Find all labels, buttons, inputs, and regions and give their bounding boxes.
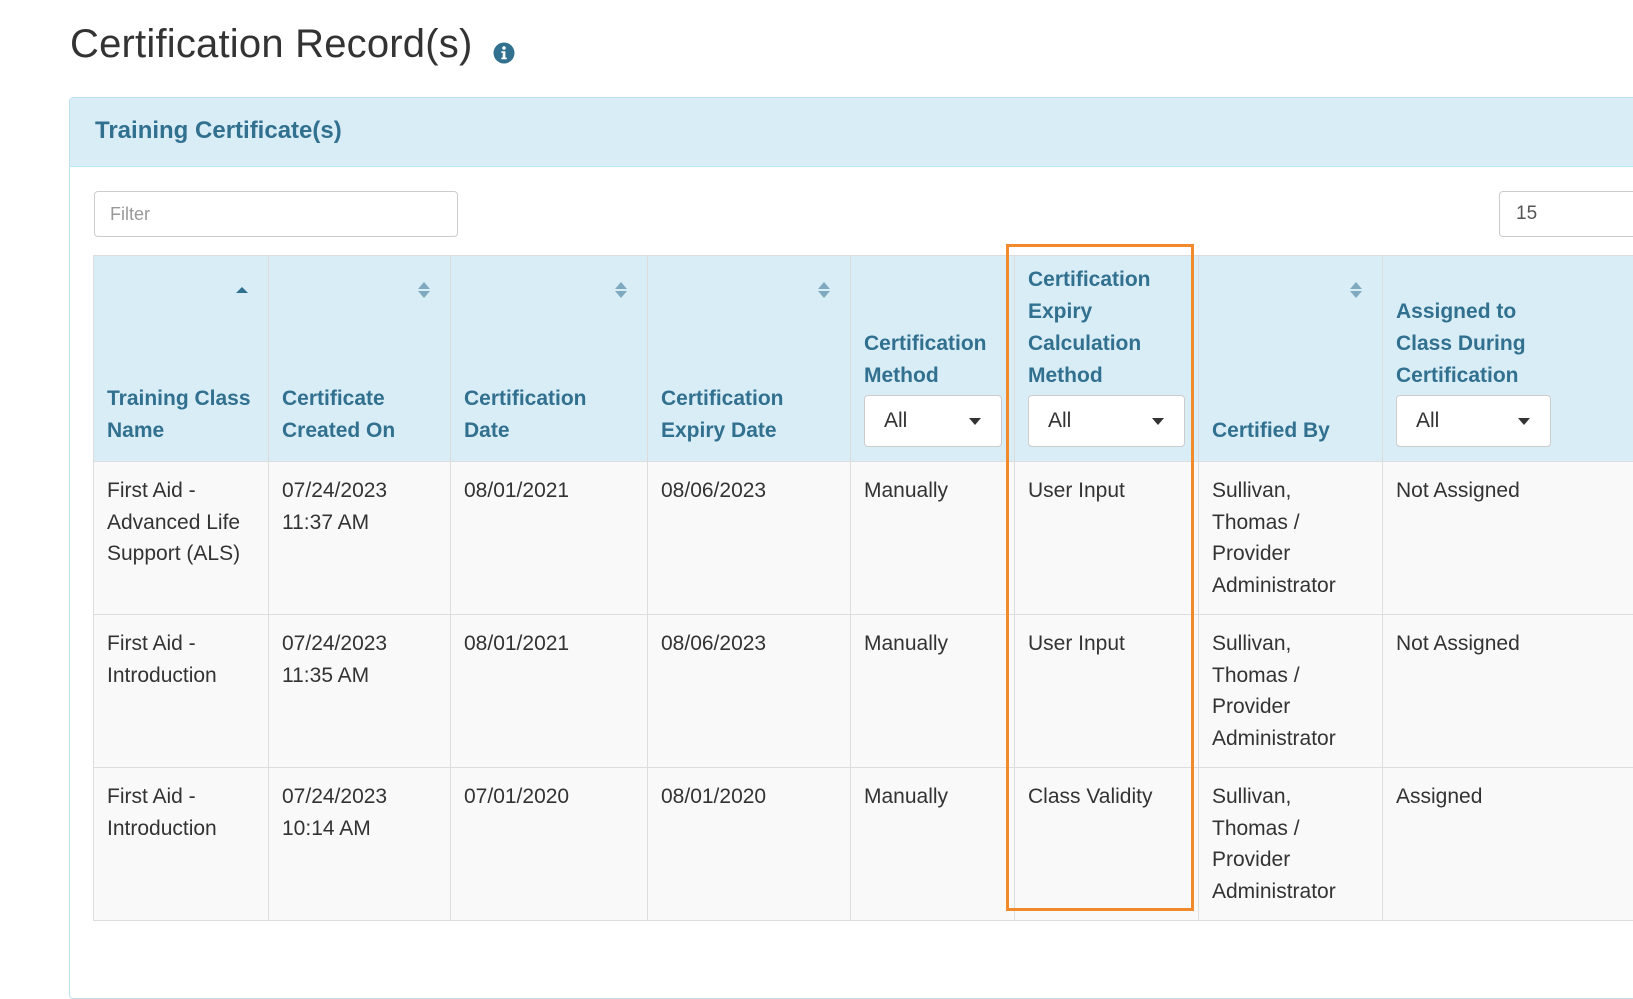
header-certification-date[interactable]: Certification Date bbox=[451, 256, 648, 462]
panel-heading: Training Certificate(s) bbox=[70, 98, 1633, 167]
table-row[interactable]: First Aid - Introduction 07/24/2023 10:1… bbox=[94, 768, 1633, 921]
header-certification-method: Certification Method All bbox=[851, 256, 1015, 462]
caret-down-icon bbox=[1518, 418, 1530, 425]
cell-created-on: 07/24/2023 11:37 AM bbox=[269, 462, 451, 615]
cell-class-name: First Aid - Introduction bbox=[94, 615, 269, 768]
certification-method-filter-select[interactable]: All bbox=[864, 395, 1002, 447]
page-title: Certification Record(s) bbox=[70, 22, 473, 67]
cell-certified-by: Sullivan, Thomas / Provider Administrato… bbox=[1199, 768, 1383, 921]
cell-expiry-date: 08/06/2023 bbox=[648, 615, 851, 768]
cell-class-name: First Aid - Advanced Life Support (ALS) bbox=[94, 462, 269, 615]
caret-down-icon bbox=[969, 418, 981, 425]
cell-certification-method: Manually bbox=[851, 768, 1015, 921]
header-label: Training Class Name bbox=[107, 383, 256, 447]
header-label: Certification Date bbox=[464, 383, 635, 447]
caret-down-icon bbox=[1152, 418, 1164, 425]
sort-both-icon[interactable] bbox=[417, 280, 431, 300]
sort-asc-icon[interactable] bbox=[235, 280, 249, 300]
certification-records-table: Training Class Name Certificate Created … bbox=[93, 255, 1633, 921]
header-certificate-created-on[interactable]: Certificate Created On bbox=[269, 256, 451, 462]
sort-both-icon[interactable] bbox=[614, 280, 628, 300]
cell-assigned: Not Assigned bbox=[1383, 462, 1633, 615]
cell-assigned: Assigned bbox=[1383, 768, 1633, 921]
filter-input[interactable] bbox=[94, 191, 458, 237]
expiry-calculation-method-filter-select[interactable]: All bbox=[1028, 395, 1185, 447]
page-size-select[interactable]: 15 bbox=[1499, 191, 1633, 237]
header-label: Certificate Created On bbox=[282, 383, 438, 447]
table-row[interactable]: First Aid - Introduction 07/24/2023 11:3… bbox=[94, 615, 1633, 768]
header-certification-expiry-date[interactable]: Certification Expiry Date bbox=[648, 256, 851, 462]
cell-certification-method: Manually bbox=[851, 462, 1015, 615]
assigned-to-class-filter-select[interactable]: All bbox=[1396, 395, 1551, 447]
header-label: Certification Method bbox=[864, 328, 1002, 392]
cell-certification-date: 07/01/2020 bbox=[451, 768, 648, 921]
cell-created-on: 07/24/2023 11:35 AM bbox=[269, 615, 451, 768]
header-assigned-to-class-during-certification: Assigned to Class During Certification A… bbox=[1383, 256, 1633, 462]
table-header-row: Training Class Name Certificate Created … bbox=[94, 256, 1633, 462]
header-certification-expiry-calculation-method: Certification Expiry Calculation Method … bbox=[1015, 256, 1199, 462]
cell-expiry-calculation-method: User Input bbox=[1015, 462, 1199, 615]
cell-certified-by: Sullivan, Thomas / Provider Administrato… bbox=[1199, 462, 1383, 615]
cell-expiry-calculation-method: User Input bbox=[1015, 615, 1199, 768]
info-circle-icon[interactable] bbox=[493, 42, 515, 64]
header-certified-by[interactable]: Certified By bbox=[1199, 256, 1383, 462]
cell-certification-date: 08/01/2021 bbox=[451, 462, 648, 615]
panel-title: Training Certificate(s) bbox=[95, 117, 342, 145]
cell-created-on: 07/24/2023 10:14 AM bbox=[269, 768, 451, 921]
cell-certified-by: Sullivan, Thomas / Provider Administrato… bbox=[1199, 615, 1383, 768]
cell-assigned: Not Assigned bbox=[1383, 615, 1633, 768]
cell-class-name: First Aid - Introduction bbox=[94, 768, 269, 921]
header-training-class-name[interactable]: Training Class Name bbox=[94, 256, 269, 462]
cell-certification-date: 08/01/2021 bbox=[451, 615, 648, 768]
page-size-value: 15 bbox=[1516, 203, 1537, 224]
header-label: Certified By bbox=[1212, 415, 1370, 447]
table-row[interactable]: First Aid - Advanced Life Support (ALS) … bbox=[94, 462, 1633, 615]
select-value: All bbox=[884, 407, 907, 435]
sort-both-icon[interactable] bbox=[1349, 280, 1363, 300]
sort-both-icon[interactable] bbox=[817, 280, 831, 300]
cell-certification-method: Manually bbox=[851, 615, 1015, 768]
header-label: Certification Expiry Date bbox=[661, 383, 838, 447]
cell-expiry-date: 08/06/2023 bbox=[648, 462, 851, 615]
cell-expiry-date: 08/01/2020 bbox=[648, 768, 851, 921]
select-value: All bbox=[1048, 407, 1071, 435]
header-label: Assigned to Class During Certification bbox=[1396, 296, 1556, 392]
select-value: All bbox=[1416, 407, 1439, 435]
header-label: Certification Expiry Calculation Method bbox=[1028, 264, 1186, 392]
cell-expiry-calculation-method: Class Validity bbox=[1015, 768, 1199, 921]
